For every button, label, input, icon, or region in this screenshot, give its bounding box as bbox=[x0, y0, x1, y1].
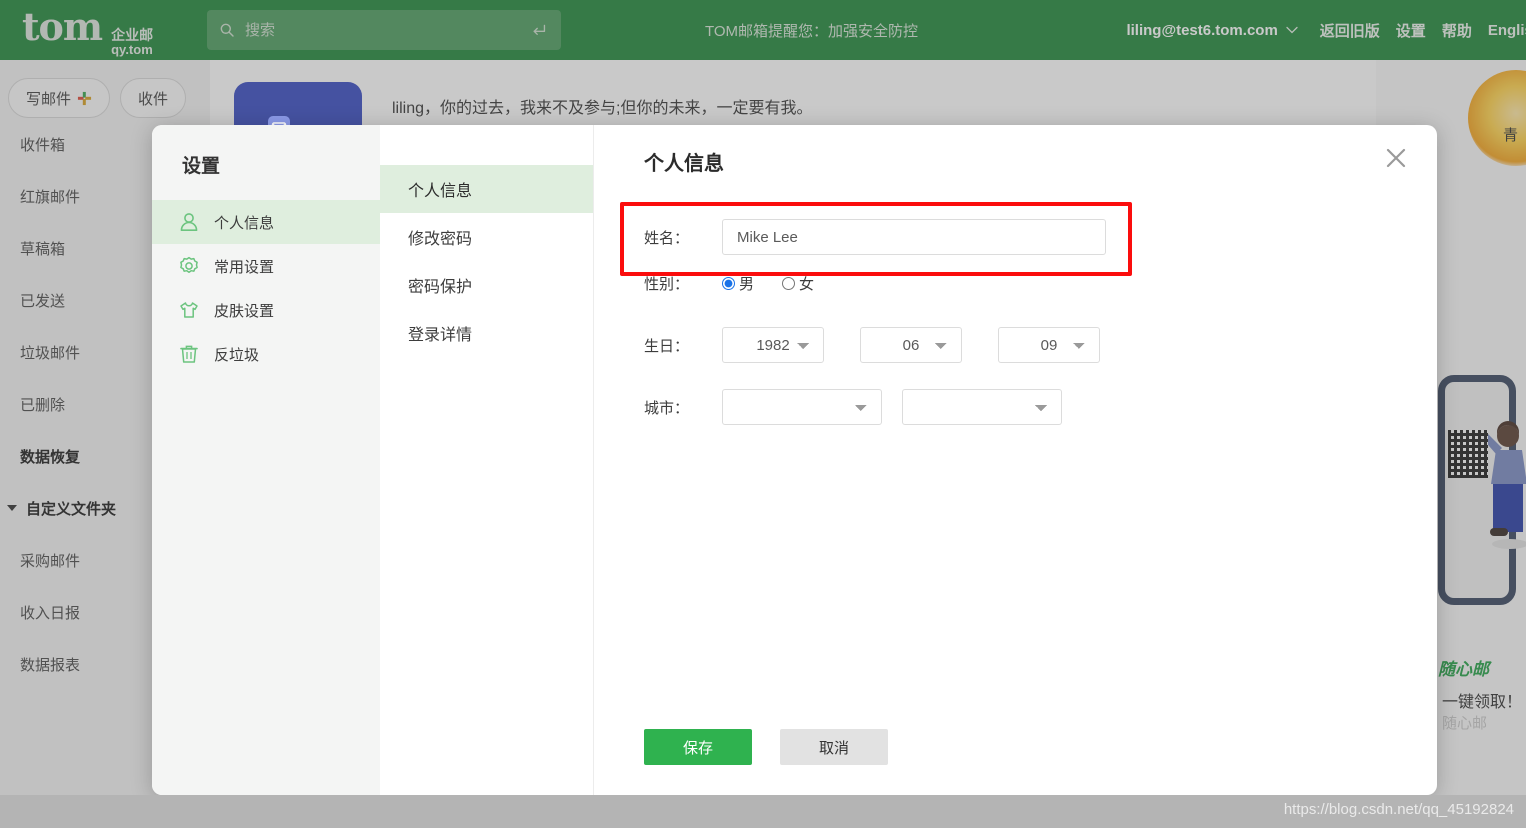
subnav-login-details[interactable]: 登录详情 bbox=[380, 309, 593, 357]
gender-female-label: 女 bbox=[799, 275, 815, 293]
settings-title: 设置 bbox=[182, 156, 221, 177]
settings-nav-panel: 设置 个人信息 常用设置 皮肤设置 反垃圾 bbox=[152, 125, 380, 795]
gender-male-label: 男 bbox=[739, 275, 755, 293]
subnav-password-protection[interactable]: 密码保护 bbox=[380, 261, 593, 309]
province-select[interactable] bbox=[722, 389, 882, 425]
person-icon bbox=[180, 213, 198, 232]
watermark-strip: https://blog.csdn.net/qq_45192824 bbox=[0, 795, 1526, 828]
birth-month-select[interactable]: 06 bbox=[860, 327, 962, 363]
settings-nav-label: 常用设置 bbox=[214, 258, 275, 276]
cancel-button[interactable]: 取消 bbox=[780, 729, 888, 765]
birth-year-select[interactable]: 1982 bbox=[722, 327, 824, 363]
settings-nav-personal-info[interactable]: 个人信息 bbox=[152, 200, 380, 244]
subnav-change-password[interactable]: 修改密码 bbox=[380, 213, 593, 261]
panel-title: 个人信息 bbox=[644, 153, 724, 175]
gender-male-radio[interactable] bbox=[722, 276, 735, 290]
settings-content-panel: 个人信息 姓名： 性别： 男 bbox=[594, 125, 1437, 795]
settings-nav-label: 反垃圾 bbox=[214, 346, 260, 364]
name-input[interactable] bbox=[722, 219, 1106, 255]
form-row-name: 姓名： bbox=[644, 214, 1437, 260]
gender-radio-male[interactable]: 男 bbox=[722, 273, 754, 294]
settings-nav-general[interactable]: 常用设置 bbox=[152, 244, 380, 288]
tshirt-icon bbox=[180, 302, 198, 318]
settings-nav-label: 皮肤设置 bbox=[214, 302, 275, 320]
name-label: 姓名： bbox=[644, 229, 690, 247]
settings-nav-antispam[interactable]: 反垃圾 bbox=[152, 332, 380, 376]
gender-radio-female[interactable]: 女 bbox=[782, 273, 814, 294]
close-icon[interactable] bbox=[1383, 145, 1409, 171]
form-row-birthday: 生日： 1982 06 09 bbox=[644, 322, 1437, 368]
city-select[interactable] bbox=[902, 389, 1062, 425]
form-row-gender: 性别： 男 女 bbox=[644, 260, 1437, 306]
gender-female-radio[interactable] bbox=[782, 276, 796, 290]
watermark-text: https://blog.csdn.net/qq_45192824 bbox=[1283, 801, 1514, 818]
save-button[interactable]: 保存 bbox=[644, 729, 752, 765]
app-root: tom 企业邮 qy.tom TOM邮箱提醒您：加强安全防控 bbox=[0, 0, 1526, 828]
settings-nav-label: 个人信息 bbox=[214, 214, 275, 232]
gender-label: 性别： bbox=[644, 275, 690, 293]
birth-day-select[interactable]: 09 bbox=[998, 327, 1100, 363]
form-row-city: 城市： bbox=[644, 384, 1437, 430]
settings-subnav-panel: 个人信息 修改密码 密码保护 登录详情 bbox=[380, 125, 594, 795]
settings-nav-skin[interactable]: 皮肤设置 bbox=[152, 288, 380, 332]
birthday-label: 生日： bbox=[644, 337, 690, 355]
settings-dialog: 设置 个人信息 常用设置 皮肤设置 反垃圾 个人信息 修改密码 密码保护 登录详… bbox=[152, 125, 1437, 795]
form-action-row: 保存 取消 bbox=[644, 729, 888, 765]
subnav-personal-info[interactable]: 个人信息 bbox=[380, 165, 593, 213]
personal-info-form: 姓名： 性别： 男 女 生日： bbox=[644, 214, 1437, 430]
city-label: 城市： bbox=[644, 399, 690, 417]
trash-icon bbox=[180, 345, 198, 363]
gear-icon bbox=[180, 256, 198, 273]
